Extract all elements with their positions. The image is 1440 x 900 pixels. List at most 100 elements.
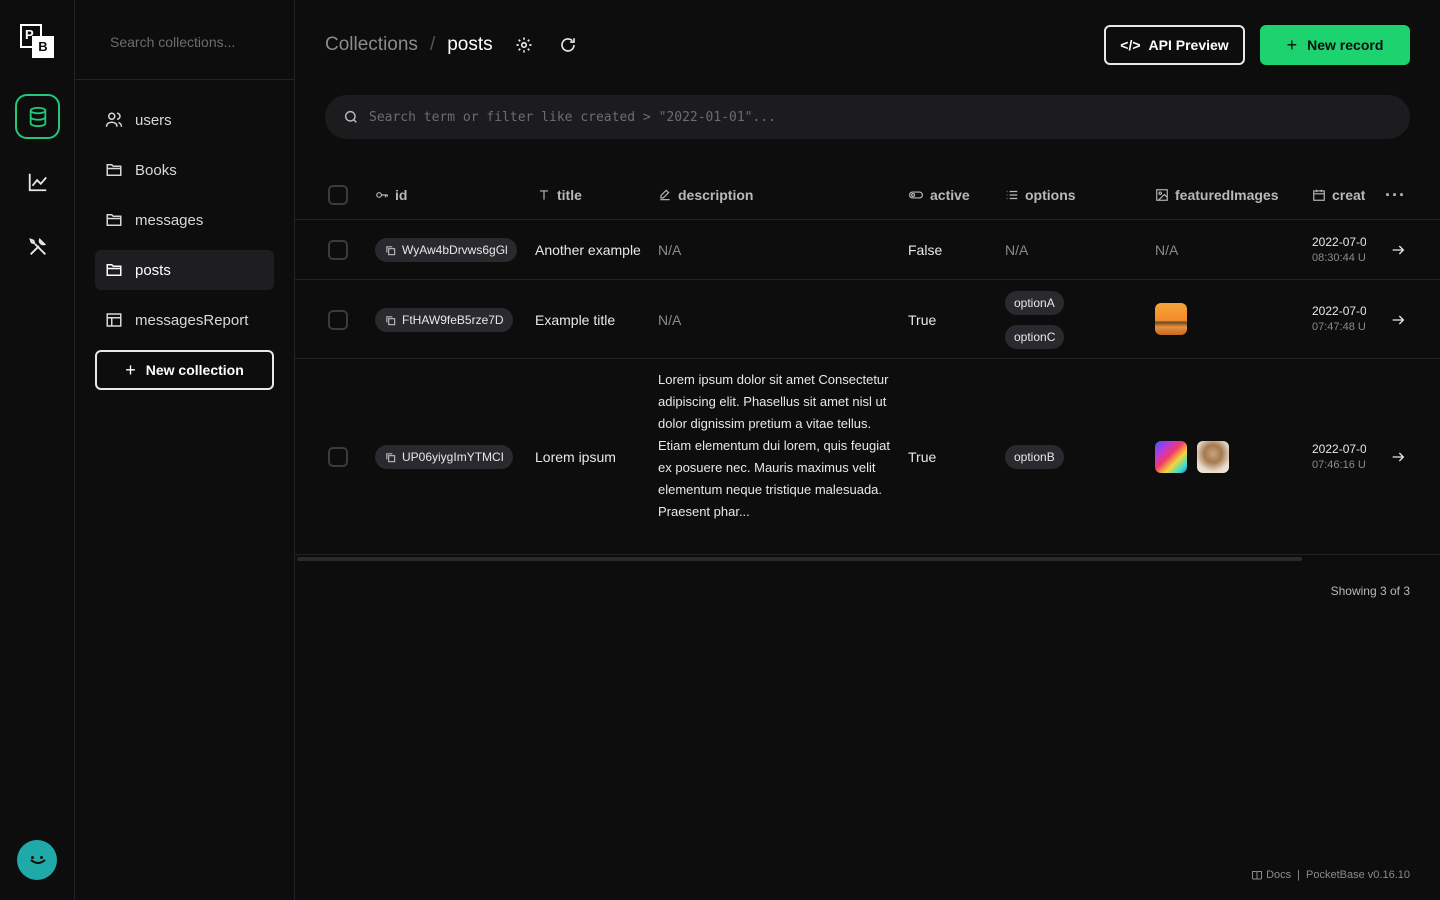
column-created[interactable]: created (1312, 170, 1365, 220)
option-badge: optionB (1005, 445, 1064, 469)
footer: Docs | PocketBase v0.16.10 (1251, 869, 1410, 881)
table-header: id title description active options feat… (295, 170, 1440, 220)
record-id-badge[interactable]: UP06yiygImYTMCI (375, 445, 514, 469)
cell-active: False (908, 242, 943, 258)
row-checkbox[interactable] (328, 240, 348, 260)
row-checkbox[interactable] (328, 447, 348, 467)
sidebar-item-label: users (135, 111, 172, 129)
column-label: description (678, 187, 754, 203)
sidebar-item-posts[interactable]: posts (95, 250, 274, 290)
arrow-right-icon (1392, 452, 1405, 462)
edit-icon (660, 189, 670, 201)
sidebar-item-label: posts (135, 261, 171, 279)
option-badge: optionC (1005, 325, 1065, 349)
sidebar-item-users[interactable]: users (95, 100, 274, 140)
version-label: PocketBase v0.16.10 (1306, 869, 1410, 881)
column-active[interactable]: active (908, 170, 970, 220)
toggle-icon (909, 191, 923, 199)
api-preview-button[interactable]: </> API Preview (1104, 25, 1245, 65)
settings-nav-button[interactable] (15, 224, 60, 269)
column-options[interactable]: options (1005, 170, 1076, 220)
new-collection-label: New collection (145, 362, 244, 378)
table-row[interactable]: FtHAW9feB5rze7D Example title N/A True o… (295, 280, 1440, 359)
page-title: posts (447, 34, 493, 55)
avatar[interactable] (17, 840, 57, 880)
list-icon (1006, 190, 1018, 200)
featured-image-thumbnail[interactable] (1197, 441, 1229, 473)
docs-link[interactable]: Docs (1266, 869, 1291, 881)
open-record-button[interactable] (1390, 312, 1406, 328)
table-row[interactable]: WyAw4bDrvws6gGl Another example N/A Fals… (295, 220, 1440, 280)
cell-description: N/A (658, 311, 682, 328)
column-label: created (1332, 187, 1365, 203)
columns-menu-button[interactable]: ··· (1385, 170, 1406, 220)
search-icon (344, 110, 357, 123)
table-row[interactable]: UP06yiygImYTMCI Lorem ipsum Lorem ipsum … (295, 359, 1440, 555)
created-date: 2022-07-06 (1312, 304, 1366, 318)
sidebar-item-messagesreport[interactable]: messagesReport (95, 300, 274, 340)
sidebar-item-label: messagesReport (135, 311, 249, 329)
collection-settings-button[interactable] (515, 36, 533, 54)
tools-icon (28, 237, 46, 255)
cell-created: 2022-07-06 07:46:16 UTC (1312, 441, 1366, 473)
horizontal-scrollbar[interactable] (297, 557, 1302, 561)
collections-nav-button[interactable] (15, 94, 60, 139)
record-id: FtHAW9feB5rze7D (402, 313, 504, 327)
featured-image-thumbnail[interactable] (1155, 303, 1187, 335)
created-date: 2022-07-06 (1312, 442, 1366, 456)
cell-featuredimages: N/A (1155, 242, 1179, 258)
plus-icon: + (125, 359, 136, 380)
column-title[interactable]: title (537, 170, 582, 220)
cell-created: 2022-07-06 08:30:44 UTC (1312, 234, 1366, 266)
open-record-button[interactable] (1390, 242, 1406, 258)
records-search-input[interactable]: Search term or filter like created > "20… (325, 95, 1410, 139)
sidebar-item-books[interactable]: Books (95, 150, 274, 190)
avatar-smile (30, 859, 46, 864)
collections-search-input[interactable]: Search collections... (75, 0, 294, 80)
sidebar-item-messages[interactable]: messages (95, 200, 274, 240)
logs-nav-button[interactable] (15, 159, 60, 204)
column-id[interactable]: id (375, 170, 407, 220)
breadcrumb-root[interactable]: Collections (325, 34, 418, 56)
cell-description: N/A (658, 242, 682, 258)
image-icon (1156, 189, 1168, 201)
calendar-icon (1313, 189, 1325, 201)
cell-title: Example title (535, 311, 616, 328)
refresh-button[interactable] (559, 36, 577, 54)
breadcrumb: Collections / posts (325, 30, 603, 60)
new-record-button[interactable]: + New record (1260, 25, 1410, 65)
new-collection-button[interactable]: + New collection (95, 350, 274, 390)
sidebar-item-label: messages (135, 211, 204, 229)
record-id-badge[interactable]: FtHAW9feB5rze7D (375, 308, 513, 332)
created-time: 07:46:16 UTC (1312, 459, 1366, 471)
plus-icon: + (1286, 34, 1298, 55)
column-label: options (1025, 187, 1076, 203)
arrow-right-icon (1392, 245, 1405, 255)
pocketbase-logo[interactable]: P B (20, 24, 54, 58)
sidebar-item-label: Books (135, 161, 177, 179)
arrow-right-icon (1392, 315, 1405, 325)
key-icon (376, 192, 388, 198)
cell-title: Lorem ipsum (535, 449, 616, 465)
created-time: 08:30:44 UTC (1312, 252, 1366, 264)
gear-icon (516, 37, 532, 53)
folder-icon (106, 214, 122, 226)
cell-title: Another example (535, 242, 641, 258)
row-checkbox[interactable] (328, 310, 348, 330)
table-view-icon (106, 313, 122, 327)
column-featuredimages[interactable]: featuredImages (1155, 170, 1278, 220)
column-description[interactable]: description (658, 170, 753, 220)
select-all-checkbox[interactable] (328, 185, 348, 205)
collections-sidebar: Search collections... users Books messag… (75, 0, 295, 900)
record-id-badge[interactable]: WyAw4bDrvws6gGl (375, 238, 517, 262)
featured-image-thumbnail[interactable] (1155, 441, 1187, 473)
code-icon: </> (1120, 37, 1141, 53)
database-icon (29, 106, 46, 127)
cell-active: True (908, 311, 937, 328)
api-preview-label: API Preview (1148, 37, 1229, 53)
logo-b: B (32, 36, 54, 58)
folder-icon (106, 164, 122, 176)
open-record-button[interactable] (1390, 449, 1406, 465)
column-label: featuredImages (1175, 187, 1279, 203)
footer-separator: | (1297, 869, 1301, 881)
